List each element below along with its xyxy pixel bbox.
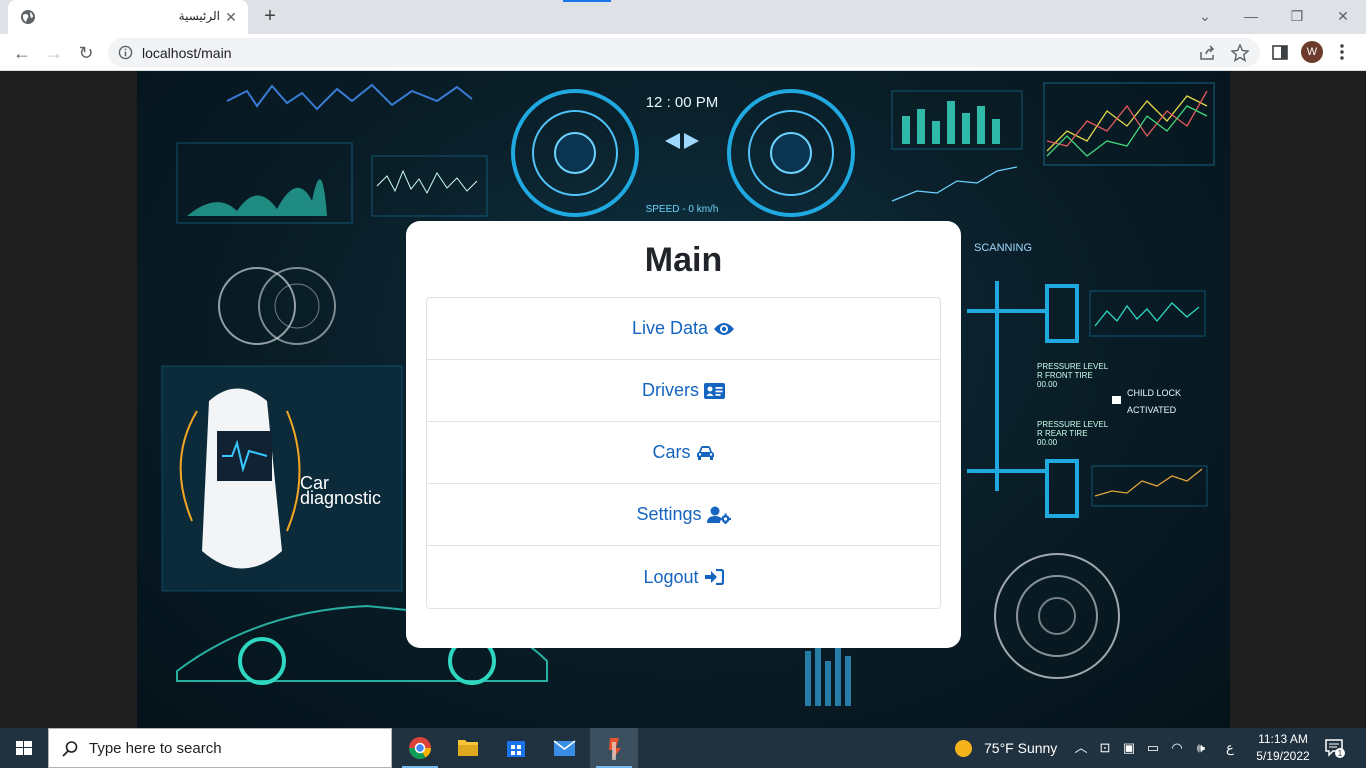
app-icon — [609, 738, 621, 760]
svg-text:PRESSURE LEVEL: PRESSURE LEVEL — [1037, 362, 1109, 371]
svg-text:SPEED - 0 km/h: SPEED - 0 km/h — [646, 204, 719, 215]
sun-weather-icon[interactable] — [954, 739, 973, 758]
reload-button[interactable]: ↻ — [73, 40, 99, 66]
mail-icon — [553, 740, 576, 756]
svg-text:CHILD LOCK: CHILD LOCK — [1127, 388, 1181, 398]
main-menu-card: Main Live Data Drivers Cars Settings Log… — [406, 221, 961, 648]
menu-item-settings[interactable]: Settings — [427, 484, 940, 546]
more-menu-icon[interactable] — [1336, 42, 1348, 62]
svg-text:R REAR TIRE: R REAR TIRE — [1037, 429, 1088, 438]
menu-item-cars[interactable]: Cars — [427, 422, 940, 484]
url-text: localhost/main — [142, 45, 232, 61]
store-icon — [507, 741, 525, 757]
windows-taskbar: Type here to search 75°F Sunny ︿ ⊡ ▣ ▭ ◠… — [0, 728, 1366, 768]
address-bar[interactable]: localhost/main — [108, 38, 1260, 67]
menu-item-label: Logout — [643, 566, 699, 587]
svg-text:00.00: 00.00 — [1037, 438, 1058, 447]
chevron-up-icon[interactable]: ︿ — [1073, 740, 1089, 756]
info-icon[interactable] — [118, 45, 133, 60]
tab-close-icon[interactable]: ✕ — [222, 8, 240, 26]
card-title: Main — [644, 241, 723, 279]
eye-icon — [714, 322, 735, 335]
back-button[interactable]: ← — [9, 40, 35, 66]
globe-icon — [21, 10, 35, 24]
tray-app-icon[interactable]: ▣ — [1121, 740, 1137, 756]
tab-drag-indicator — [563, 0, 611, 2]
id-card-icon — [704, 382, 725, 399]
share-icon[interactable] — [1198, 44, 1218, 62]
clock-time[interactable]: 11:13 AM — [1253, 732, 1313, 746]
taskbar-active-app[interactable] — [590, 728, 638, 768]
taskbar-search-input[interactable]: Type here to search — [48, 728, 392, 768]
menu-item-label: Cars — [652, 442, 691, 462]
menu-item-logout[interactable]: Logout — [427, 546, 940, 608]
profile-avatar[interactable]: W — [1301, 41, 1323, 63]
notification-center-icon[interactable]: 1 — [1324, 738, 1346, 758]
menu-item-label: Live Data — [631, 318, 709, 338]
page-viewport: 12 : 00 PM SPEED - 0 km/h Car diagnostic — [0, 71, 1366, 728]
chrome-icon — [409, 737, 431, 759]
taskbar-store[interactable] — [492, 728, 540, 768]
search-placeholder: Type here to search — [89, 740, 222, 757]
weather-text[interactable]: 75°F Sunny — [984, 740, 1057, 756]
clock-date[interactable]: 5/19/2022 — [1253, 749, 1313, 763]
svg-text:12 : 00 PM: 12 : 00 PM — [646, 94, 719, 111]
sign-in-icon — [704, 569, 724, 585]
menu-item-live-data[interactable]: Live Data — [427, 298, 940, 360]
menu-item-label: Settings — [636, 504, 702, 524]
taskbar-mail[interactable] — [540, 728, 588, 768]
menu-item-label: Drivers — [642, 380, 699, 400]
svg-text:R FRONT TIRE: R FRONT TIRE — [1037, 371, 1093, 380]
windows-start-icon[interactable] — [0, 728, 48, 768]
new-tab-button[interactable]: + — [258, 5, 282, 29]
input-language[interactable]: ع — [1226, 740, 1234, 756]
taskbar-file-explorer[interactable] — [444, 728, 492, 768]
volume-icon[interactable]: 🕪 — [1193, 740, 1209, 756]
tab-search-chevron-icon[interactable]: ⌄ — [1193, 4, 1217, 28]
bookmark-star-icon[interactable] — [1230, 44, 1250, 62]
network-device-icon[interactable]: ⊡ — [1097, 740, 1113, 756]
main-menu-list: Live Data Drivers Cars Settings Logout — [426, 297, 941, 609]
browser-tab[interactable]: الرئيسية ✕ — [8, 0, 248, 34]
svg-text:diagnostic: diagnostic — [300, 488, 381, 508]
car-icon — [696, 445, 714, 460]
taskbar-chrome[interactable] — [396, 728, 444, 768]
svg-text:SCANNING: SCANNING — [974, 242, 1032, 254]
svg-text:ACTIVATED: ACTIVATED — [1127, 405, 1177, 415]
wifi-icon[interactable]: ◠ — [1169, 740, 1185, 756]
search-icon — [62, 741, 78, 757]
browser-tabstrip: الرئيسية ✕ + ⌄ — ❐ ✕ — [0, 0, 1366, 34]
restore-button[interactable]: ❐ — [1285, 4, 1309, 28]
forward-button[interactable]: → — [41, 40, 67, 66]
close-window-button[interactable]: ✕ — [1331, 4, 1355, 28]
tab-title: الرئيسية — [178, 9, 220, 23]
folder-icon — [458, 740, 478, 756]
user-gear-icon — [706, 506, 731, 524]
svg-text:00.00: 00.00 — [1037, 380, 1058, 389]
side-panel-icon[interactable] — [1271, 44, 1291, 62]
svg-text:PRESSURE LEVEL: PRESSURE LEVEL — [1037, 420, 1109, 429]
minimize-button[interactable]: — — [1239, 4, 1263, 28]
svg-text:1: 1 — [1338, 749, 1343, 758]
browser-toolbar: ← → ↻ localhost/main W — [0, 34, 1366, 71]
menu-item-drivers[interactable]: Drivers — [427, 360, 940, 422]
battery-icon[interactable]: ▭ — [1145, 740, 1161, 756]
